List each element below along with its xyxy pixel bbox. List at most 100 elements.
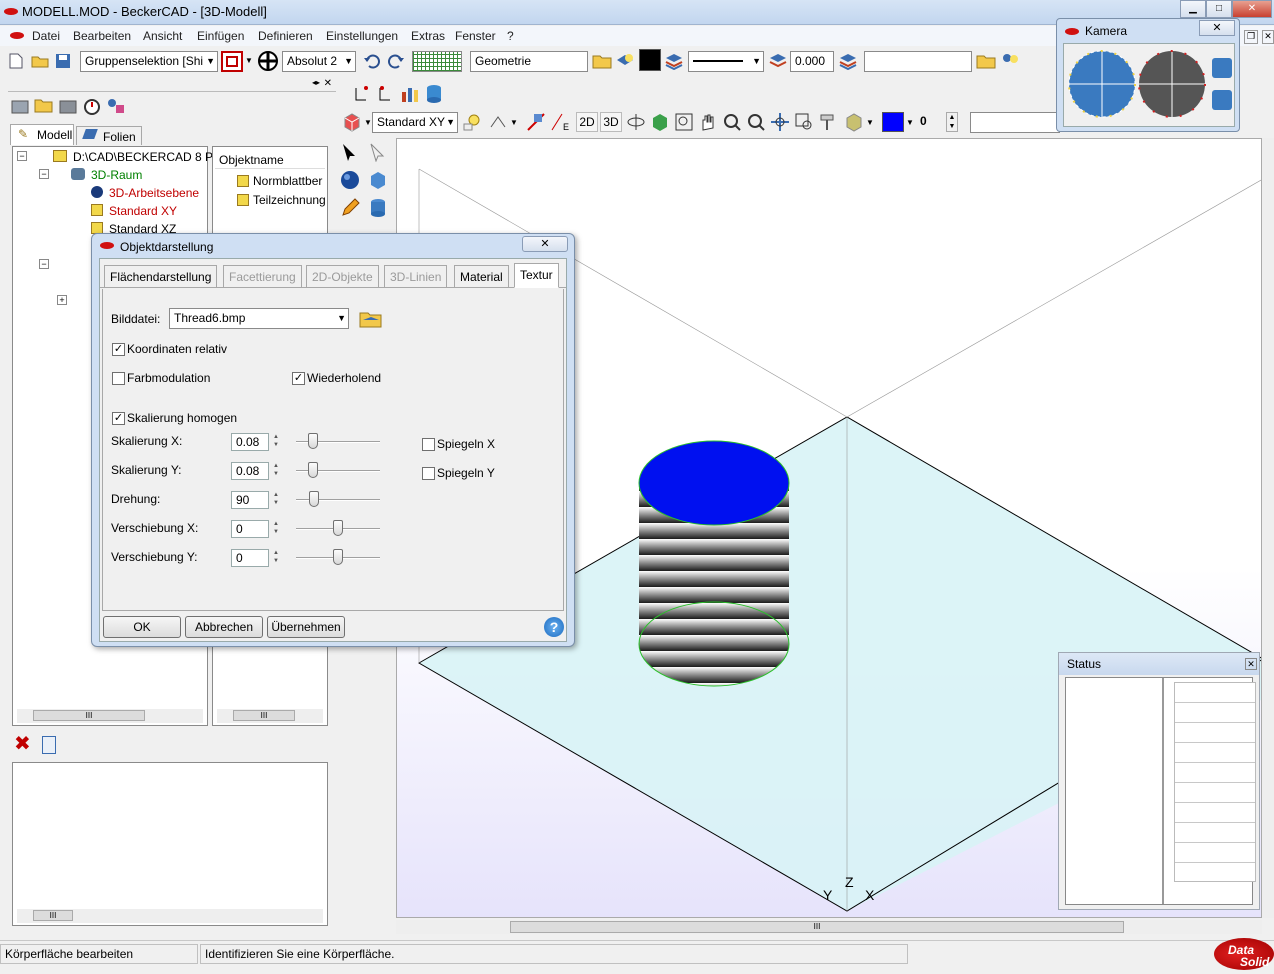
list-scrollbar[interactable]: III xyxy=(217,709,323,723)
pencil-icon[interactable] xyxy=(340,198,360,218)
select-color-icon[interactable] xyxy=(221,51,243,72)
pin-icon[interactable]: ◂▸ xyxy=(312,78,320,87)
line-type-combo[interactable]: ▼ xyxy=(688,51,764,72)
menu-bearbeiten[interactable]: Bearbeiten xyxy=(73,29,131,43)
search-field[interactable] xyxy=(864,51,972,72)
drehung-slider-thumb[interactable] xyxy=(309,491,320,507)
number-spinner[interactable]: ▲ ▼ xyxy=(946,112,958,132)
viewport-vscrollbar[interactable] xyxy=(1262,138,1274,918)
camera-close-button[interactable]: ✕ xyxy=(1199,20,1235,36)
verschiebung-x-spinner[interactable]: ▲ ▼ xyxy=(271,520,281,538)
sphere-icon[interactable] xyxy=(340,170,360,190)
selection-combo[interactable]: Gruppenselektion [Shi ▼ xyxy=(80,51,218,72)
view-extra-field[interactable] xyxy=(970,112,1060,133)
maximize-button[interactable]: □ xyxy=(1206,0,1232,18)
verschiebung-y-spinner[interactable]: ▲ ▼ xyxy=(271,549,281,567)
green-cube-icon[interactable] xyxy=(650,112,670,132)
zoom-out-icon[interactable] xyxy=(746,112,766,132)
skalierung-x-spinner[interactable]: ▲ ▼ xyxy=(271,433,281,451)
list-item[interactable]: Teilzeichnung xyxy=(253,193,325,207)
scroll-thumb[interactable]: III xyxy=(510,921,1124,933)
uebernehmen-button[interactable]: Übernehmen xyxy=(267,616,345,638)
spiegeln-x-checkbox[interactable] xyxy=(422,438,435,451)
cube-icon[interactable] xyxy=(342,112,362,132)
camera-globe-icon[interactable] xyxy=(1066,48,1138,120)
tree-scrollbar[interactable]: III xyxy=(17,709,203,723)
bilddatei-select[interactable]: Thread6.bmp ▼ xyxy=(169,308,349,329)
chevron-down-icon[interactable]: ▼ xyxy=(906,118,914,127)
expand-icon[interactable]: + xyxy=(57,295,67,305)
tab-textur[interactable]: Textur xyxy=(514,263,559,288)
zoom-prev-icon[interactable] xyxy=(794,112,814,132)
camera-globe-dark-icon[interactable] xyxy=(1136,48,1208,120)
line-color-swatch[interactable] xyxy=(639,49,661,71)
view-number-field[interactable]: 0 xyxy=(916,112,946,133)
collapse-icon[interactable]: − xyxy=(17,151,27,161)
folder-tree-icon[interactable] xyxy=(34,96,54,116)
verschiebung-x-input[interactable]: 0 xyxy=(231,520,269,538)
menu-extras[interactable]: Extras xyxy=(411,29,445,43)
pan-hand-icon[interactable] xyxy=(698,112,718,132)
collapse-icon[interactable]: − xyxy=(39,169,49,179)
wiederholend-checkbox[interactable]: ✓ xyxy=(292,372,305,385)
verschiebung-y-slider-thumb[interactable] xyxy=(333,549,343,565)
new-file-icon[interactable] xyxy=(6,51,26,71)
viewport-hscrollbar[interactable]: III xyxy=(396,920,1262,934)
tab-facettierung[interactable]: Facettierung xyxy=(223,265,302,287)
tree-standard-xy[interactable]: Standard XY xyxy=(109,204,177,218)
cylinder-icon[interactable] xyxy=(368,198,388,218)
zoom-in-icon[interactable] xyxy=(722,112,742,132)
verschiebung-x-slider-thumb[interactable] xyxy=(333,520,343,536)
skalierung-y-input[interactable]: 0.08 xyxy=(231,462,269,480)
redo-icon[interactable] xyxy=(386,51,406,71)
tree-3d-raum[interactable]: 3D-Raum xyxy=(91,168,142,182)
clipboard-icon[interactable] xyxy=(42,736,56,754)
btn-3d[interactable]: 3D xyxy=(600,112,622,132)
rotate-view-icon[interactable] xyxy=(488,112,508,132)
minimize-button[interactable]: ▁ xyxy=(1180,0,1206,18)
collapse-icon[interactable]: − xyxy=(39,259,49,269)
zoom-window-icon[interactable] xyxy=(674,112,694,132)
box-icon[interactable] xyxy=(368,170,388,190)
tab-material[interactable]: Material xyxy=(454,265,509,287)
menu-einfuegen[interactable]: Einfügen xyxy=(197,29,244,43)
section-e-icon[interactable]: E xyxy=(550,112,570,132)
layer-stack-icon[interactable] xyxy=(664,51,684,71)
help-icon[interactable]: ? xyxy=(544,617,564,637)
select-arrow-light-icon[interactable] xyxy=(368,142,388,162)
image-icon[interactable] xyxy=(58,96,78,116)
objects-icon[interactable] xyxy=(106,96,126,116)
menu-help[interactable]: ? xyxy=(507,29,514,43)
close-button[interactable]: ✕ xyxy=(1232,0,1272,18)
menu-datei[interactable]: Datei xyxy=(32,29,60,43)
chart-icon[interactable] xyxy=(400,84,420,104)
ok-button[interactable]: OK xyxy=(103,616,181,638)
scroll-thumb[interactable]: III xyxy=(233,710,295,721)
layer-icon[interactable] xyxy=(768,51,788,71)
tab-flaechendarstellung[interactable]: Flächendarstellung xyxy=(104,265,218,287)
props-scrollbar[interactable]: III xyxy=(17,909,323,923)
dialog-close-button[interactable]: ✕ xyxy=(522,236,568,252)
list-item[interactable]: Normblattber xyxy=(253,174,325,188)
view-cube-top-icon[interactable] xyxy=(1212,58,1232,78)
zoom-all-icon[interactable] xyxy=(770,112,790,132)
point-b-icon[interactable] xyxy=(376,84,396,104)
skalierung-y-slider-thumb[interactable] xyxy=(307,462,318,478)
btn-2d[interactable]: 2D xyxy=(576,112,598,132)
point-icon[interactable] xyxy=(352,84,372,104)
scroll-thumb[interactable]: III xyxy=(33,910,73,921)
light-icon[interactable] xyxy=(462,112,482,132)
coordinate-icon[interactable] xyxy=(258,51,278,71)
layer-light-icon[interactable] xyxy=(615,51,635,71)
drehung-spinner[interactable]: ▲ ▼ xyxy=(271,491,281,509)
save-icon[interactable] xyxy=(53,51,73,71)
chevron-down-icon[interactable]: ▼ xyxy=(510,118,518,127)
tab-3d-linien[interactable]: 3D-Linien xyxy=(384,265,448,287)
tree-root[interactable]: D:\CAD\BECKERCAD 8 PF xyxy=(73,150,220,164)
view-combo[interactable]: Standard XY ▼ xyxy=(372,112,458,133)
close-icon[interactable]: ✕ xyxy=(324,78,332,89)
material-cube-icon[interactable] xyxy=(844,112,864,132)
browse-folder-icon[interactable] xyxy=(358,309,384,329)
tree-arbeitsebene[interactable]: 3D-Arbeitsebene xyxy=(109,186,199,200)
skalierung-y-spinner[interactable]: ▲ ▼ xyxy=(271,462,281,480)
